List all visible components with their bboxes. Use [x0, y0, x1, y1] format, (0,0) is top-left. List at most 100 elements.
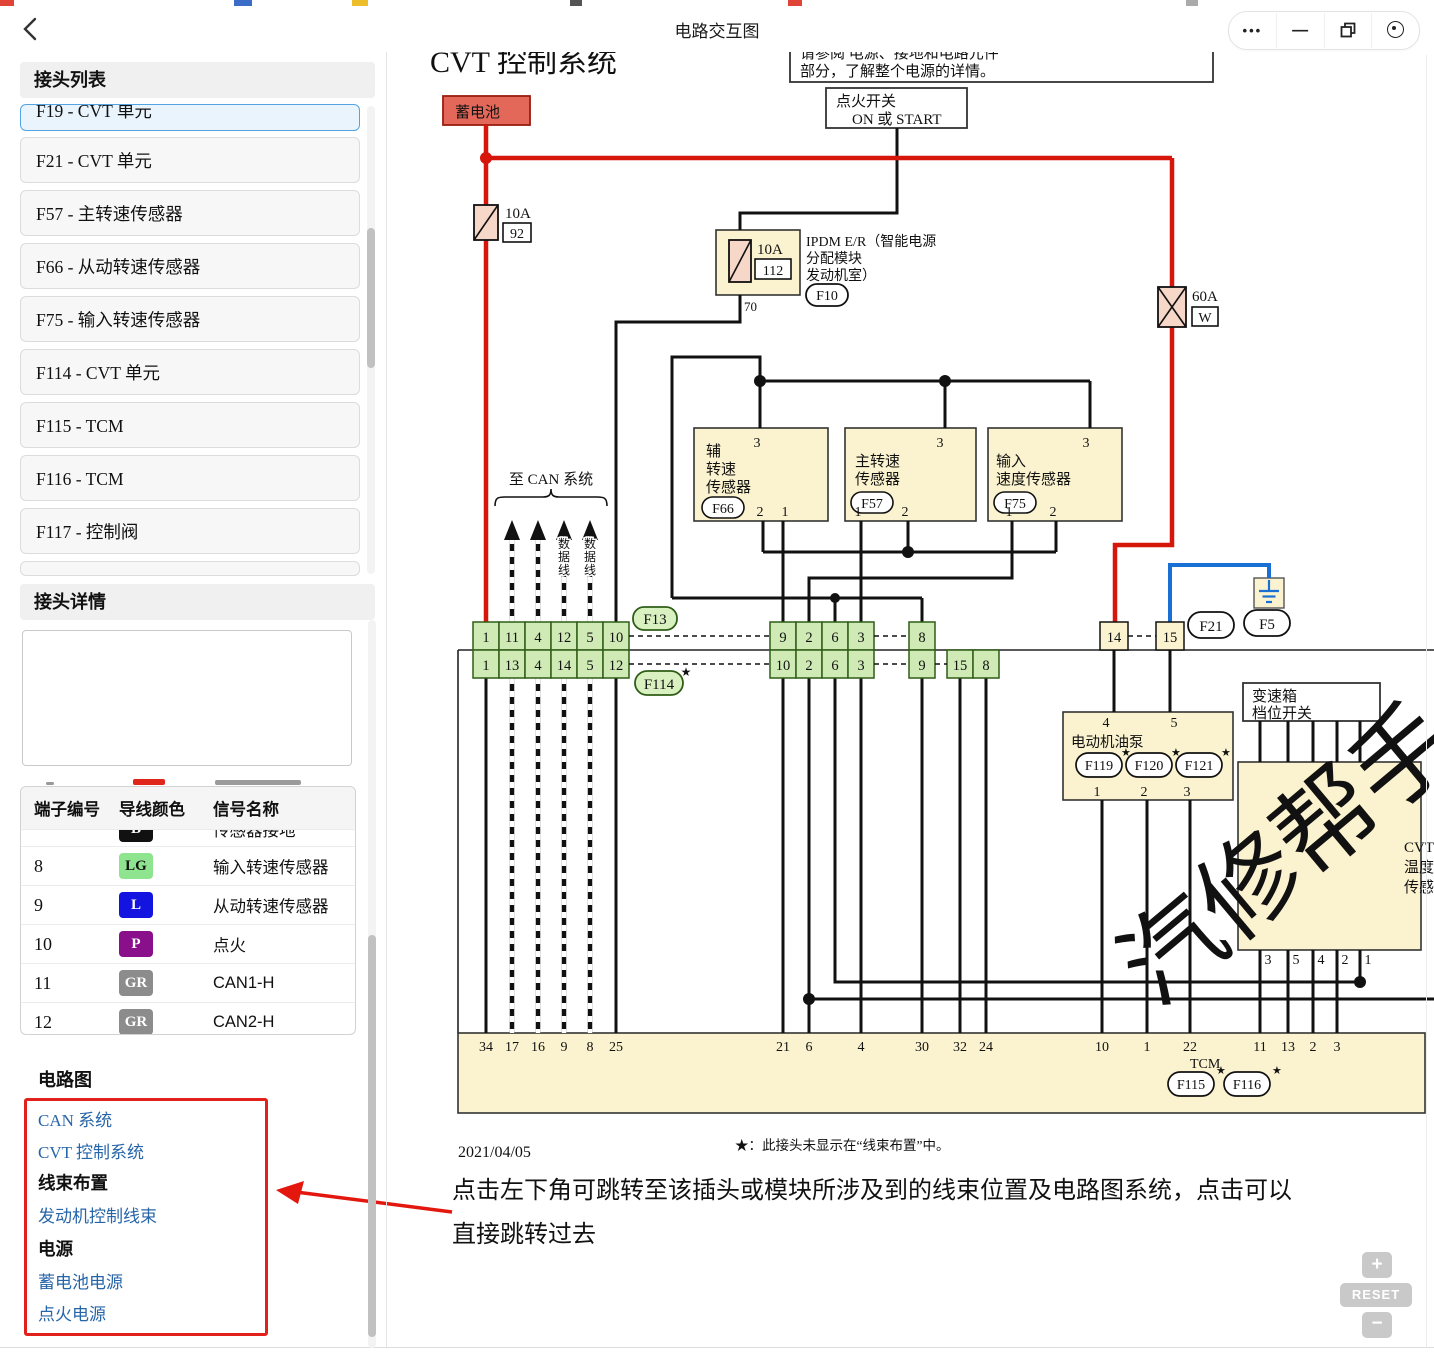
svg-text:4: 4 [858, 1040, 865, 1055]
list-item-label: F116 - TCM [36, 469, 124, 489]
table-row-partial: B 传感器接地 [21, 829, 355, 846]
minimize-button[interactable]: — [1276, 13, 1324, 48]
svg-text:15: 15 [1163, 630, 1178, 646]
svg-text:3: 3 [1184, 785, 1191, 800]
table-row: 9 L 从动转速传感器 [21, 885, 355, 924]
page-title: 电路交互图 [0, 17, 1434, 42]
list-item-label: F117 - 控制阀 [36, 522, 138, 542]
svg-text:输入: 输入 [996, 453, 1026, 470]
list-item-f116[interactable]: F116 - TCM [20, 455, 360, 501]
svg-text:9: 9 [918, 658, 925, 674]
svg-text:13: 13 [1281, 1040, 1295, 1055]
svg-text:4: 4 [534, 658, 542, 674]
scrolled-badge-sliver [133, 779, 165, 785]
list-item-f21[interactable]: F21 - CVT 单元 [20, 137, 360, 183]
svg-text:5: 5 [1293, 953, 1300, 968]
list-item-label: F115 - TCM [36, 416, 124, 436]
more-button[interactable]: ••• [1229, 13, 1276, 48]
svg-text:2: 2 [805, 658, 812, 674]
svg-text:F57: F57 [861, 497, 883, 512]
table-row: 11 GR CAN1-H [21, 963, 355, 1002]
svg-text:3: 3 [937, 436, 944, 451]
red-annotation: 点击左下角可跳转至该插头或模块所涉及到的线束位置及电路图系统，点击可以 直接跳转… [276, 1177, 1292, 1248]
zoom-reset-button[interactable]: RESET [1340, 1283, 1412, 1307]
list-item-f115[interactable]: F115 - TCM [20, 402, 360, 448]
connector-f114-label: F114 [644, 677, 675, 693]
svg-text:8: 8 [982, 658, 989, 674]
ipdm-label1: IPDM E/R（智能电源 [806, 234, 936, 250]
wire-color-badge: L [119, 892, 153, 918]
svg-text:1: 1 [482, 658, 489, 674]
list-item-f75[interactable]: F75 - 输入转速传感器 [20, 296, 360, 342]
zoom-out-button[interactable]: − [1362, 1312, 1392, 1338]
svg-text:25: 25 [609, 1040, 623, 1055]
fusible-link-60a[interactable]: 60A W [1158, 287, 1218, 327]
table-header-row: 端子编号 导线颜色 信号名称 [21, 787, 355, 829]
svg-text:速度传感器: 速度传感器 [996, 471, 1071, 488]
cvt-temp-label3: 传感器 [1404, 879, 1434, 896]
svg-text:10: 10 [776, 658, 791, 674]
ipdm-label2: 分配模块 [806, 251, 862, 267]
list-item-f57[interactable]: F57 - 主转速传感器 [20, 190, 360, 236]
svg-text:10: 10 [1095, 1040, 1109, 1055]
ignition-label2: ON 或 START [852, 111, 942, 128]
list-item-f114[interactable]: F114 - CVT 单元 [20, 349, 360, 395]
cvt-temp-label1: CVT [1404, 840, 1434, 856]
list-item-f117[interactable]: F117 - 控制阀 [20, 508, 360, 554]
svg-text:14: 14 [1107, 630, 1122, 646]
list-item-partial[interactable] [20, 561, 360, 576]
svg-text:3: 3 [857, 658, 864, 674]
list-item-label: F19 - CVT 单元 [36, 104, 359, 131]
annotation-line2: 直接跳转过去 [452, 1221, 596, 1248]
fuse-60-amp: 60A [1192, 289, 1218, 305]
svg-text:2: 2 [805, 630, 812, 646]
target-icon [1387, 21, 1404, 38]
ipdm-fuse-112[interactable]: 10A 112 [729, 240, 791, 282]
f119-star: ★ [1121, 747, 1131, 759]
f115-star: ★ [1216, 1065, 1226, 1077]
svg-text:转速: 转速 [706, 461, 736, 478]
fuse-92-num: 92 [510, 227, 524, 242]
sidebar: 接头列表 F19 - CVT 单元 F21 - CVT 单元 F57 - 主转速… [10, 52, 376, 1352]
svg-text:3: 3 [754, 436, 761, 451]
list-item-label: F57 - 主转速传感器 [36, 204, 183, 224]
svg-text:F119: F119 [1085, 759, 1113, 774]
footnote: ★：此接头未显示在“线束布置”中。 [735, 1137, 949, 1153]
svg-text:13: 13 [505, 658, 520, 674]
svg-text:6: 6 [831, 630, 838, 646]
list-item-f66[interactable]: F66 - 从动转速传感器 [20, 243, 360, 289]
fuse-112-num: 112 [763, 264, 783, 279]
connector-f116-label: F116 [1233, 1078, 1261, 1093]
can-system-label: 至 CAN 系统 [509, 471, 593, 488]
col-signal: 信号名称 [201, 796, 355, 820]
connector-f115-label: F115 [1177, 1078, 1205, 1093]
svg-text:21: 21 [776, 1040, 790, 1055]
svg-text:16: 16 [531, 1040, 545, 1055]
app-window: 10A 92 10A 112 60A W [0, 0, 1434, 1354]
target-button[interactable] [1371, 13, 1419, 48]
connector-f5-label: F5 [1259, 617, 1275, 633]
svg-text:F120: F120 [1135, 759, 1164, 774]
detail-scrollbar-thumb[interactable] [368, 935, 376, 1337]
svg-text:传感器: 传感器 [706, 479, 751, 496]
svg-text:17: 17 [505, 1040, 519, 1055]
svg-text:11: 11 [1253, 1040, 1266, 1055]
svg-text:6: 6 [806, 1040, 813, 1055]
connector-detail-title: 接头详情 [20, 584, 375, 620]
zoom-in-button[interactable]: + [1362, 1252, 1392, 1278]
wire-color-badge: P [119, 931, 153, 957]
connector-f21-label: F21 [1199, 619, 1222, 635]
wire-color-badge: LG [119, 853, 153, 879]
svg-text:8: 8 [587, 1040, 594, 1055]
fuse-92[interactable]: 10A 92 [474, 205, 531, 242]
wire-color-badge: B [119, 829, 153, 842]
svg-text:3: 3 [857, 630, 864, 646]
list-item-f19[interactable]: F19 - CVT 单元 [20, 104, 360, 131]
f121-star: ★ [1221, 747, 1231, 759]
list-scrollbar-thumb[interactable] [367, 228, 375, 368]
svg-text:4: 4 [1318, 953, 1325, 968]
scrolled-dash-sliver [46, 782, 54, 785]
svg-text:30: 30 [915, 1040, 929, 1055]
window-controls: ••• — [1228, 11, 1420, 50]
restore-button[interactable] [1324, 13, 1372, 48]
